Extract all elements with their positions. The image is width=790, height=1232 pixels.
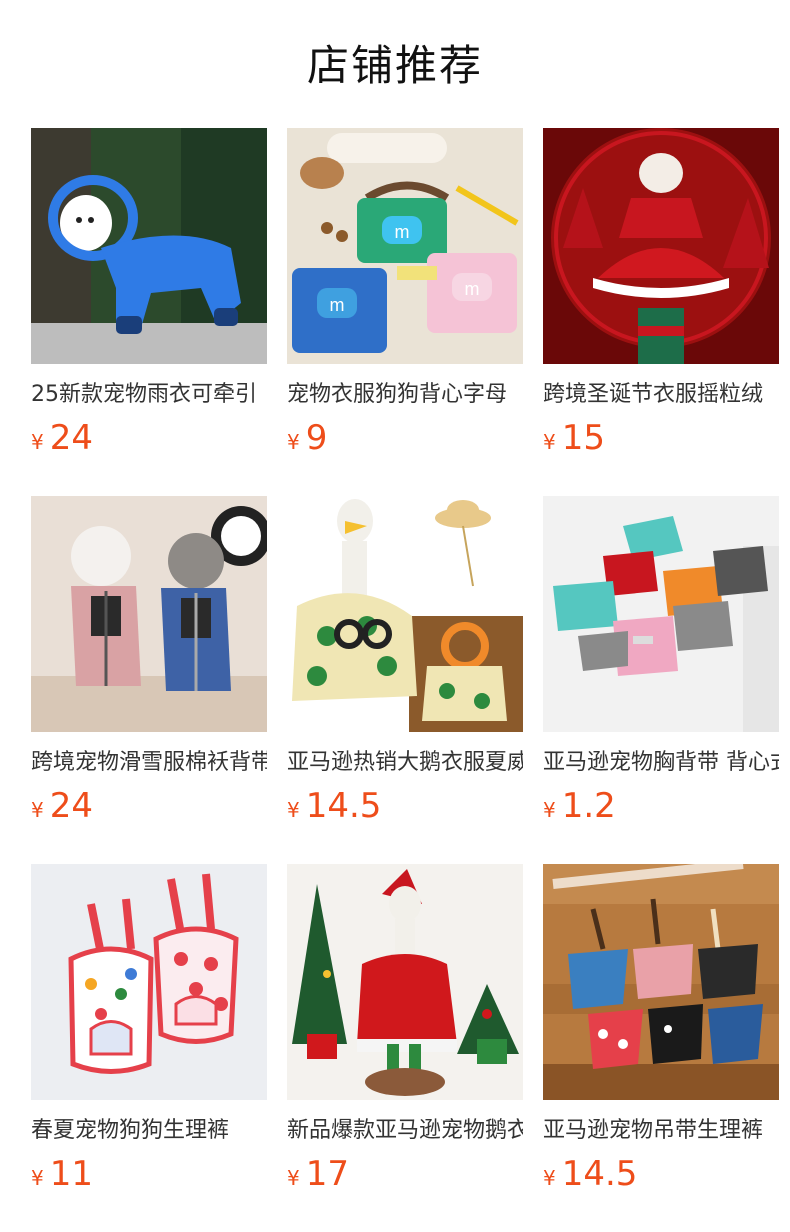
price-value: 9 — [305, 418, 328, 458]
product-price: ¥11 — [31, 1152, 93, 1196]
product-card[interactable]: 25新款宠物雨衣可牵引 ¥24 — [31, 128, 267, 458]
currency-symbol: ¥ — [287, 430, 300, 454]
svg-text:m: m — [465, 279, 480, 299]
product-price: ¥17 — [287, 1152, 349, 1196]
price-value: 14.5 — [305, 786, 382, 826]
page-title: 店铺推荐 — [306, 41, 483, 90]
christmas-dress-image[interactable] — [543, 128, 779, 364]
product-card[interactable]: 跨境宠物滑雪服棉袄背带 ¥24 — [31, 496, 267, 826]
product-card[interactable]: 新品爆款亚马逊宠物鹅衣服 ¥17 — [287, 864, 523, 1194]
currency-symbol: ¥ — [543, 798, 556, 822]
dog-vest-image[interactable]: m m m — [287, 128, 523, 364]
pet-harness-image[interactable] — [543, 496, 779, 732]
currency-symbol: ¥ — [287, 798, 300, 822]
price-value: 1.2 — [561, 786, 616, 826]
dog-raincoat-image[interactable] — [31, 128, 267, 364]
price-value: 14.5 — [561, 1154, 638, 1194]
currency-symbol: ¥ — [31, 798, 44, 822]
dog-diaper-image[interactable] — [31, 864, 267, 1100]
price-value: 24 — [49, 786, 93, 826]
product-name[interactable]: 25新款宠物雨衣可牵引 — [31, 378, 267, 412]
product-name[interactable]: 宠物衣服狗狗背心字母 — [287, 378, 523, 412]
currency-symbol: ¥ — [31, 430, 44, 454]
product-name[interactable]: 跨境圣诞节衣服摇粒绒 — [543, 378, 779, 412]
product-price: ¥9 — [287, 416, 327, 460]
product-card[interactable]: m m m 宠物衣服狗狗背心字母 ¥9 — [287, 128, 523, 458]
price-value: 24 — [49, 418, 93, 458]
currency-symbol: ¥ — [543, 1166, 556, 1190]
product-name[interactable]: 跨境宠物滑雪服棉袄背带 — [31, 746, 267, 780]
product-card[interactable]: 亚马逊热销大鹅衣服夏威夷 ¥14.5 — [287, 496, 523, 826]
goose-santa-outfit-image[interactable] — [287, 864, 523, 1100]
price-value: 17 — [305, 1154, 349, 1194]
product-name[interactable]: 亚马逊宠物吊带生理裤 — [543, 1114, 779, 1148]
product-card[interactable]: 亚马逊宠物吊带生理裤 ¥14.5 — [543, 864, 779, 1194]
product-price: ¥14.5 — [543, 1152, 637, 1196]
price-value: 11 — [49, 1154, 93, 1194]
currency-symbol: ¥ — [287, 1166, 300, 1190]
svg-text:m: m — [330, 295, 345, 315]
ski-jacket-image[interactable] — [31, 496, 267, 732]
currency-symbol: ¥ — [31, 1166, 44, 1190]
price-value: 15 — [561, 418, 605, 458]
product-name[interactable]: 亚马逊宠物胸背带 背心式 — [543, 746, 779, 780]
product-price: ¥14.5 — [287, 784, 381, 828]
product-price: ¥24 — [31, 784, 93, 828]
product-price: ¥1.2 — [543, 784, 616, 828]
product-card[interactable]: 跨境圣诞节衣服摇粒绒 ¥15 — [543, 128, 779, 458]
product-name[interactable]: 亚马逊热销大鹅衣服夏威夷 — [287, 746, 523, 780]
currency-symbol: ¥ — [543, 430, 556, 454]
svg-text:m: m — [395, 222, 410, 242]
product-card[interactable]: 春夏宠物狗狗生理裤 ¥11 — [31, 864, 267, 1194]
product-price: ¥24 — [31, 416, 93, 460]
product-name[interactable]: 春夏宠物狗狗生理裤 — [31, 1114, 267, 1148]
goose-hawaiian-outfit-image[interactable] — [287, 496, 523, 732]
product-price: ¥15 — [543, 416, 605, 460]
product-name[interactable]: 新品爆款亚马逊宠物鹅衣服 — [287, 1114, 523, 1148]
suspender-diaper-image[interactable] — [543, 864, 779, 1100]
product-card[interactable]: 亚马逊宠物胸背带 背心式 ¥1.2 — [543, 496, 779, 826]
